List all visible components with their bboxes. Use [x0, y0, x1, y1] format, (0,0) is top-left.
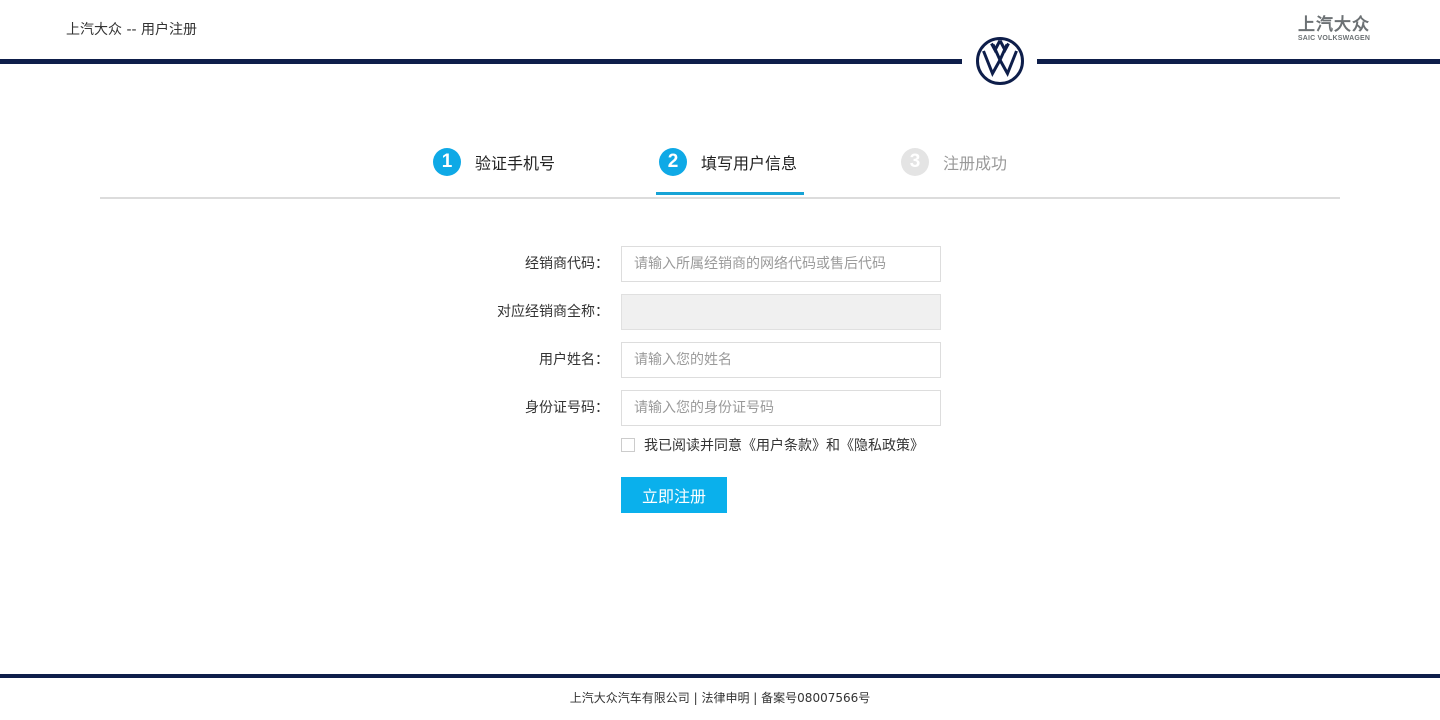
step-register-success: 3 注册成功: [901, 148, 1007, 176]
active-step-indicator: [656, 192, 804, 195]
agreement-text[interactable]: 我已阅读并同意《用户条款》和《隐私政策》: [644, 435, 924, 455]
footer-icp: 备案号08007566号: [761, 691, 871, 705]
footer-separator: |: [693, 691, 698, 705]
footer-legal-link[interactable]: 法律申明: [701, 691, 749, 705]
footer: 上汽大众汽车有限公司 | 法律申明 | 备案号08007566号: [0, 689, 1440, 707]
brand-name-cn: 上汽大众: [1298, 15, 1370, 35]
step-number: 2: [659, 148, 687, 176]
footer-rule: [0, 674, 1440, 678]
footer-company: 上汽大众汽车有限公司: [569, 691, 690, 705]
footer-separator: |: [753, 691, 758, 705]
register-button[interactable]: 立即注册: [621, 477, 727, 513]
step-label: 注册成功: [943, 154, 1008, 173]
dealer-name-field: [621, 294, 941, 330]
step-label: 验证手机号: [475, 154, 556, 173]
dealer-code-row: 经销商代码：: [0, 246, 1440, 282]
user-name-input[interactable]: [621, 342, 941, 378]
step-fill-info: 2 填写用户信息: [659, 148, 797, 176]
saic-volkswagen-logo: 上汽大众 SAIC VOLKSWAGEN: [1294, 16, 1374, 43]
id-number-row: 身份证号码：: [0, 390, 1440, 426]
step-label: 填写用户信息: [701, 154, 798, 173]
id-number-input[interactable]: [621, 390, 941, 426]
brand-name-en: SAIC VOLKSWAGEN: [1297, 35, 1371, 42]
id-number-label: 身份证号码：: [525, 400, 609, 416]
user-name-row: 用户姓名：: [0, 342, 1440, 378]
header-rule-right: [1037, 59, 1440, 64]
vw-logo-icon: [976, 37, 1024, 85]
agreement-row: 我已阅读并同意《用户条款》和《隐私政策》: [621, 436, 924, 454]
dealer-name-row: 对应经销商全称：: [0, 294, 1440, 330]
step-number: 3: [901, 148, 929, 176]
agreement-checkbox[interactable]: [621, 438, 635, 452]
registration-steps: 1 验证手机号 2 填写用户信息 3 注册成功: [100, 140, 1340, 199]
page-title: 上汽大众 -- 用户注册: [66, 22, 198, 38]
step-verify-phone: 1 验证手机号: [433, 148, 555, 176]
registration-page: 上汽大众 -- 用户注册 上汽大众 SAIC VOLKSWAGEN 1 验证手机…: [0, 0, 1440, 720]
user-name-label: 用户姓名：: [539, 352, 609, 368]
step-number: 1: [433, 148, 461, 176]
dealer-name-label: 对应经销商全称：: [497, 304, 609, 320]
dealer-code-input[interactable]: [621, 246, 941, 282]
header-rule-left: [0, 59, 962, 64]
dealer-code-label: 经销商代码：: [525, 256, 609, 272]
